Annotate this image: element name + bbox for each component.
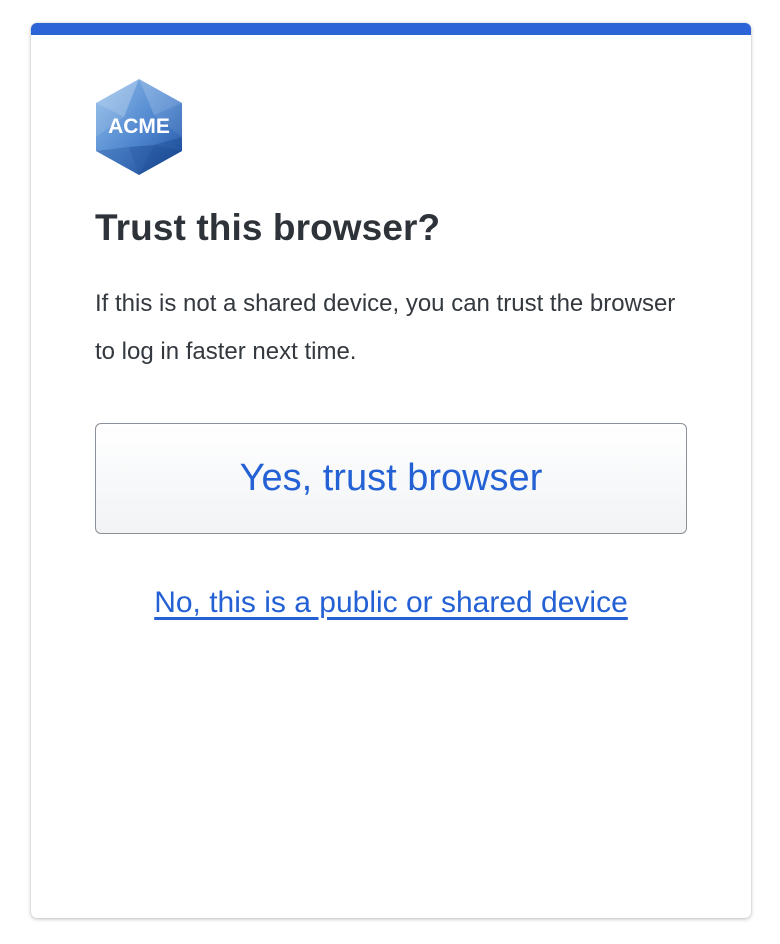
description-text: If this is not a shared device, you can … — [95, 290, 676, 365]
public-device-link[interactable]: No, this is a public or shared device — [31, 586, 751, 620]
page-title: Trust this browser? — [95, 207, 441, 248]
card-accent-bar — [31, 23, 751, 35]
acme-logo: ACME — [94, 77, 184, 177]
trust-browser-card: ACME Trust this browser? If this is not … — [31, 23, 751, 918]
logo-text: ACME — [108, 115, 170, 138]
trust-browser-button[interactable]: Yes, trust browser — [95, 423, 687, 534]
